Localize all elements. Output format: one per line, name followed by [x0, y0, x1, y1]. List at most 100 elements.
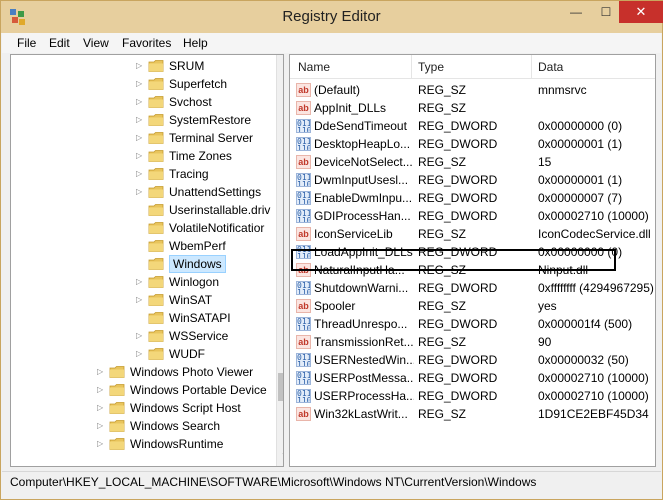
- tree-item-label: Windows Search: [130, 419, 221, 433]
- table-row[interactable]: ab TransmissionRet... REG_SZ 90: [290, 333, 655, 351]
- table-row[interactable]: ab Spooler REG_SZ yes: [290, 297, 655, 315]
- menu-favorites[interactable]: Favorites: [122, 36, 171, 50]
- tree-item[interactable]: ▷ Superfetch: [11, 75, 273, 93]
- column-divider[interactable]: [411, 55, 412, 79]
- string-value-icon: ab: [296, 407, 311, 421]
- tree-item[interactable]: Userinstallable.driv: [11, 201, 273, 219]
- tree-item-label: Superfetch: [169, 77, 228, 91]
- table-row[interactable]: 011 110 USERProcessHa... REG_DWORD 0x000…: [290, 387, 655, 405]
- column-divider[interactable]: [531, 55, 532, 79]
- value-data: IconCodecService.dll: [538, 227, 651, 241]
- table-row[interactable]: 011 110 USERNestedWin... REG_DWORD 0x000…: [290, 351, 655, 369]
- expand-arrow-icon[interactable]: ▷: [136, 132, 146, 144]
- expand-arrow-icon[interactable]: ▷: [97, 420, 107, 432]
- tree-item[interactable]: ▷ SRUM: [11, 57, 273, 75]
- folder-icon: [109, 402, 125, 414]
- tree-item-label: Userinstallable.driv: [169, 203, 271, 217]
- value-name: Win32kLastWrit...: [314, 407, 408, 421]
- value-name: DwmInputUsesl...: [314, 173, 409, 187]
- tree-item[interactable]: ▷ WSService: [11, 327, 273, 345]
- column-header-name[interactable]: Name: [298, 60, 330, 74]
- binary-value-icon: 011 110: [296, 119, 311, 133]
- expand-arrow-icon[interactable]: ▷: [136, 114, 146, 126]
- table-row[interactable]: 011 110 GDIProcessHan... REG_DWORD 0x000…: [290, 207, 655, 225]
- tree-item[interactable]: ▷ Tracing: [11, 165, 273, 183]
- tree-item[interactable]: ▷ WinSAT: [11, 291, 273, 309]
- tree-item[interactable]: ▷ Time Zones: [11, 147, 273, 165]
- expand-arrow-icon[interactable]: ▷: [136, 168, 146, 180]
- expand-arrow-icon[interactable]: ▷: [136, 60, 146, 72]
- table-row[interactable]: 011 110 DwmInputUsesl... REG_DWORD 0x000…: [290, 171, 655, 189]
- tree-scroll-thumb[interactable]: [278, 373, 283, 401]
- value-type: REG_DWORD: [418, 317, 498, 331]
- column-header-type[interactable]: Type: [418, 60, 444, 74]
- table-row[interactable]: 011 110 DdeSendTimeout REG_DWORD 0x00000…: [290, 117, 655, 135]
- tree-item-label: Windows: [169, 255, 226, 273]
- key-tree-pane[interactable]: ▷ SRUM ▷ Superfetch ▷ Svchost ▷ SystemResto…: [10, 54, 284, 467]
- menu-help[interactable]: Help: [183, 36, 208, 50]
- table-row[interactable]: 011 110 ShutdownWarni... REG_DWORD 0xfff…: [290, 279, 655, 297]
- menu-file[interactable]: File: [17, 36, 36, 50]
- expand-arrow-icon[interactable]: ▷: [97, 438, 107, 450]
- tree-item[interactable]: ▷ Svchost: [11, 93, 273, 111]
- tree-item[interactable]: ▷ Windows Photo Viewer: [11, 363, 273, 381]
- table-row[interactable]: ab Win32kLastWrit... REG_SZ 1D91CE2EBF45…: [290, 405, 655, 423]
- tree-item[interactable]: ▷ SystemRestore: [11, 111, 273, 129]
- table-row[interactable]: ab AppInit_DLLs REG_SZ: [290, 99, 655, 117]
- binary-value-icon: 011 110: [296, 173, 311, 187]
- tree-item[interactable]: ▷ Windows Script Host: [11, 399, 273, 417]
- table-row[interactable]: ab IconServiceLib REG_SZ IconCodecServic…: [290, 225, 655, 243]
- close-button[interactable]: ✕: [619, 1, 663, 23]
- maximize-button[interactable]: ☐: [591, 1, 621, 23]
- expand-arrow-icon[interactable]: ▷: [136, 150, 146, 162]
- table-row[interactable]: 011 110 DesktopHeapLo... REG_DWORD 0x000…: [290, 135, 655, 153]
- expand-arrow-icon[interactable]: ▷: [136, 78, 146, 90]
- title-bar[interactable]: Registry Editor — ☐ ✕: [1, 1, 663, 33]
- tree-item-label: Windows Photo Viewer: [130, 365, 254, 379]
- menu-edit[interactable]: Edit: [49, 36, 70, 50]
- expand-arrow-icon[interactable]: ▷: [136, 96, 146, 108]
- tree-item[interactable]: ▷ Windows Portable Device: [11, 381, 273, 399]
- tree-item[interactable]: WbemPerf: [11, 237, 273, 255]
- tree-item[interactable]: WinSATAPI: [11, 309, 273, 327]
- tree-item[interactable]: ▷ Winlogon: [11, 273, 273, 291]
- tree-item[interactable]: ▷ Windows Search: [11, 417, 273, 435]
- scroll-down-arrow-icon[interactable]: ▼: [279, 451, 283, 463]
- expand-arrow-icon[interactable]: ▷: [136, 330, 146, 342]
- value-data: 0x00000001 (1): [538, 173, 623, 187]
- menu-bar: File Edit View Favorites Help: [2, 33, 661, 53]
- minimize-button[interactable]: —: [561, 1, 591, 23]
- value-name: GDIProcessHan...: [314, 209, 411, 223]
- value-data: 0xffffffff (4294967295): [538, 281, 654, 295]
- values-list-pane[interactable]: Name Type Data ab (Default) REG_SZ mnmsr…: [289, 54, 656, 467]
- folder-icon: [148, 114, 164, 126]
- table-row[interactable]: ab (Default) REG_SZ mnmsrvc: [290, 81, 655, 99]
- table-row[interactable]: 011 110 USERPostMessa... REG_DWORD 0x000…: [290, 369, 655, 387]
- tree-item[interactable]: ▷ Terminal Server: [11, 129, 273, 147]
- tree-scrollbar[interactable]: [276, 55, 283, 466]
- binary-value-icon: 011 110: [296, 371, 311, 385]
- tree-item[interactable]: ▷ UnattendSettings: [11, 183, 273, 201]
- table-row[interactable]: 011 110 EnableDwmInpu... REG_DWORD 0x000…: [290, 189, 655, 207]
- expand-arrow-icon[interactable]: ▷: [97, 366, 107, 378]
- tree-item[interactable]: VolatileNotificatior: [11, 219, 273, 237]
- tree-item[interactable]: Windows: [11, 255, 273, 273]
- expand-arrow-icon[interactable]: ▷: [136, 276, 146, 288]
- expand-arrow-icon[interactable]: ▷: [97, 384, 107, 396]
- value-type: REG_SZ: [418, 335, 467, 349]
- expand-arrow-icon[interactable]: ▷: [136, 186, 146, 198]
- expand-arrow-icon[interactable]: ▷: [97, 402, 107, 414]
- column-header-data[interactable]: Data: [538, 60, 563, 74]
- menu-view[interactable]: View: [83, 36, 109, 50]
- tree-item[interactable]: ▷ WUDF: [11, 345, 273, 363]
- expand-arrow-icon[interactable]: ▷: [136, 348, 146, 360]
- status-path: Computer\HKEY_LOCAL_MACHINE\SOFTWARE\Mic…: [10, 475, 537, 489]
- value-data: 1D91CE2EBF45D34: [538, 407, 649, 421]
- expand-arrow-icon[interactable]: ▷: [136, 294, 146, 306]
- string-value-icon: ab: [296, 101, 311, 115]
- table-row[interactable]: ab DeviceNotSelect... REG_SZ 15: [290, 153, 655, 171]
- tree-item[interactable]: ▷ WindowsRuntime: [11, 435, 273, 453]
- table-row[interactable]: 011 110 ThreadUnrespo... REG_DWORD 0x000…: [290, 315, 655, 333]
- value-name: DdeSendTimeout: [314, 119, 407, 133]
- value-type: REG_SZ: [418, 83, 467, 97]
